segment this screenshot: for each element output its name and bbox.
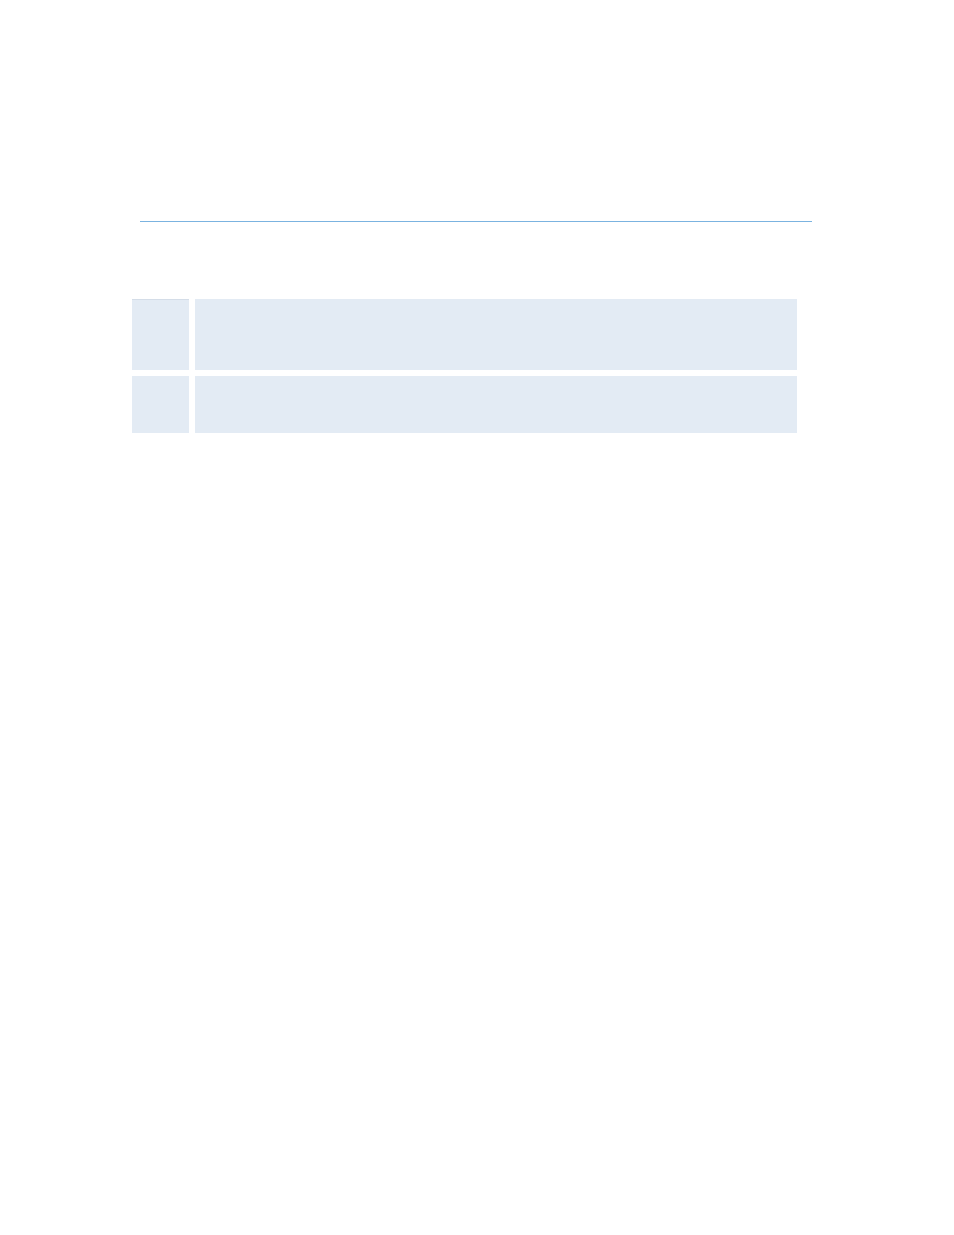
table-cell-left xyxy=(132,376,189,433)
table-cell-right xyxy=(195,376,797,433)
table-cell-left xyxy=(132,299,189,370)
horizontal-rule xyxy=(140,221,812,222)
table-row xyxy=(132,376,797,433)
table-cell-right xyxy=(195,299,797,370)
document-page xyxy=(0,0,954,1235)
table-row xyxy=(132,299,797,370)
